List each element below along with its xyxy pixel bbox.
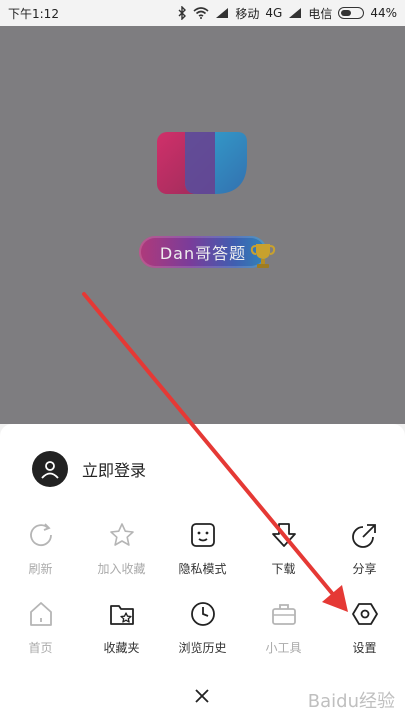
login-label[interactable]: 立即登录 bbox=[82, 457, 146, 481]
refresh-icon bbox=[26, 520, 56, 550]
star-icon bbox=[107, 520, 137, 550]
battery-percent: 44% bbox=[370, 6, 397, 20]
app-logo bbox=[157, 132, 247, 194]
close-icon bbox=[195, 689, 209, 703]
brand-badge-text: Dan哥答题 bbox=[159, 244, 247, 263]
menu-label-privacy-mode: 隐私模式 bbox=[178, 562, 227, 576]
status-bar: 下午1:12 移动 4G 电信 44% bbox=[0, 0, 405, 26]
signal-icon bbox=[215, 7, 229, 19]
battery-icon bbox=[338, 7, 365, 19]
menu-item-add-favorite[interactable]: 加入收藏 bbox=[81, 520, 162, 577]
privacy-face-icon bbox=[188, 520, 218, 550]
bottom-menu-sheet: 立即登录 刷新 加入收藏 隐私模式 下载 分享 首页 收藏夹 浏览历史 小工具 … bbox=[0, 424, 405, 719]
menu-item-history[interactable]: 浏览历史 bbox=[162, 599, 243, 656]
carrier-1: 移动 bbox=[235, 6, 260, 21]
menu-item-settings[interactable]: 设置 bbox=[324, 599, 405, 656]
share-icon bbox=[350, 520, 380, 550]
watermark: Baidu经验 bbox=[307, 691, 395, 712]
dimmed-page-overlay[interactable] bbox=[0, 26, 405, 424]
menu-label-bookmarks: 收藏夹 bbox=[103, 641, 140, 655]
status-time: 下午1:12 bbox=[8, 6, 59, 21]
menu-label-add-favorite: 加入收藏 bbox=[97, 562, 146, 576]
menu-item-bookmarks[interactable]: 收藏夹 bbox=[81, 599, 162, 656]
status-right: 移动 4G 电信 44% bbox=[177, 5, 397, 22]
carrier-2: 电信 bbox=[308, 6, 333, 21]
wifi-icon bbox=[193, 7, 209, 19]
bookmark-folder-icon bbox=[107, 599, 137, 629]
menu-item-share[interactable]: 分享 bbox=[324, 520, 405, 577]
menu-label-download: 下载 bbox=[271, 562, 296, 576]
menu-label-refresh: 刷新 bbox=[28, 562, 53, 576]
brand-badge: Dan哥答题 bbox=[139, 236, 267, 268]
menu-item-home[interactable]: 首页 bbox=[0, 599, 81, 656]
history-clock-icon bbox=[188, 599, 218, 629]
menu-row-2: 首页 收藏夹 浏览历史 小工具 设置 bbox=[0, 599, 405, 656]
menu-label-home: 首页 bbox=[28, 641, 53, 655]
menu-label-share: 分享 bbox=[352, 562, 377, 576]
network-type: 4G bbox=[265, 6, 283, 20]
menu-item-refresh[interactable]: 刷新 bbox=[0, 520, 81, 577]
toolbox-icon bbox=[269, 599, 299, 629]
trophy-icon bbox=[250, 244, 276, 268]
home-icon bbox=[26, 599, 56, 629]
close-button[interactable] bbox=[190, 684, 214, 708]
settings-icon bbox=[350, 599, 380, 629]
menu-item-download[interactable]: 下载 bbox=[243, 520, 324, 577]
signal-icon-2 bbox=[288, 7, 302, 19]
menu-label-tools: 小工具 bbox=[265, 641, 302, 655]
menu-item-tools[interactable]: 小工具 bbox=[243, 599, 324, 656]
menu-row-1: 刷新 加入收藏 隐私模式 下载 分享 bbox=[0, 520, 405, 577]
bluetooth-icon bbox=[177, 6, 187, 20]
login-entry[interactable]: 立即登录 bbox=[32, 451, 146, 487]
menu-label-settings: 设置 bbox=[352, 641, 377, 655]
avatar-icon[interactable] bbox=[32, 451, 68, 487]
menu-item-privacy-mode[interactable]: 隐私模式 bbox=[162, 520, 243, 577]
menu-label-history: 浏览历史 bbox=[178, 641, 227, 655]
download-icon bbox=[269, 520, 299, 550]
